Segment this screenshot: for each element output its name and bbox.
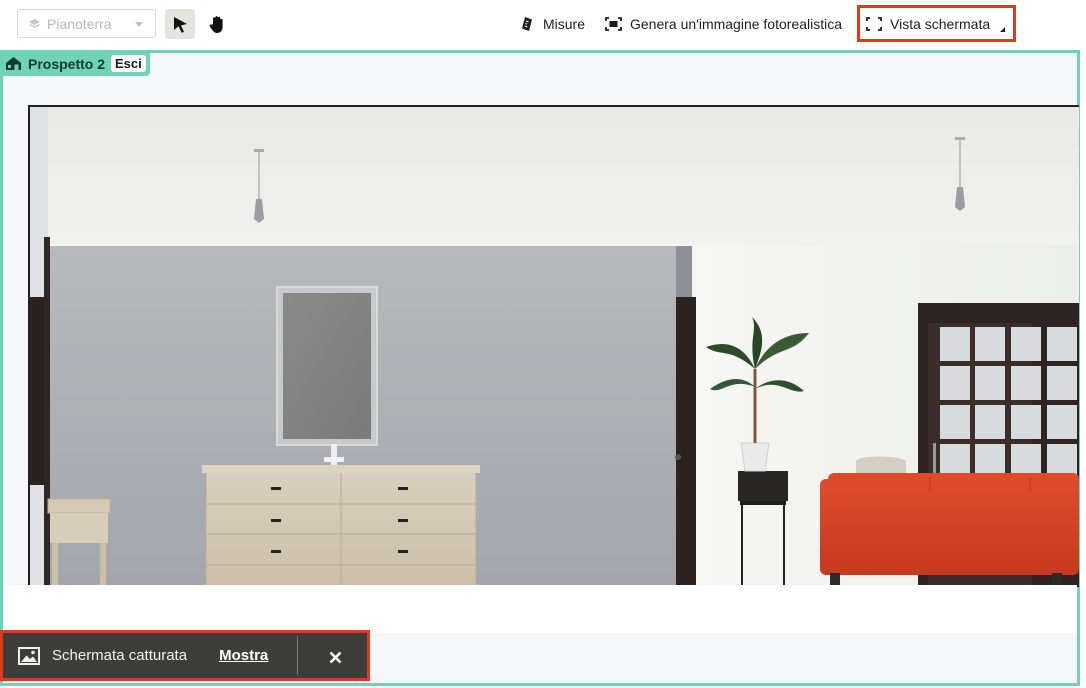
viewport-bottom-area bbox=[3, 585, 1077, 633]
top-toolbar: Pianoterra Misure Genera un'immagine fot… bbox=[0, 0, 1086, 48]
exit-elevation-button[interactable]: Esci bbox=[111, 55, 146, 72]
close-icon bbox=[329, 651, 341, 663]
ruler-icon bbox=[522, 17, 532, 31]
hand-pan-icon bbox=[209, 15, 223, 33]
screen-view-label: Vista schermata bbox=[890, 16, 991, 32]
measure-button[interactable]: Misure bbox=[521, 12, 585, 36]
elevation-tag: Prospetto 2 Esci bbox=[0, 51, 150, 76]
generate-photo-label: Genera un'immagine fotorealistica bbox=[630, 16, 843, 32]
pan-tool-button[interactable] bbox=[202, 9, 232, 39]
chevron-down-icon bbox=[135, 22, 143, 27]
measure-label: Misure bbox=[543, 16, 586, 32]
photo-frame-icon bbox=[605, 17, 622, 31]
toast-message: Schermata catturata bbox=[52, 647, 188, 664]
toast-divider bbox=[297, 636, 298, 675]
show-screenshot-link[interactable]: Mostra bbox=[219, 647, 268, 664]
dropdown-corner-icon bbox=[1000, 27, 1005, 32]
image-icon bbox=[18, 646, 40, 665]
close-toast-button[interactable] bbox=[323, 645, 347, 669]
generate-photo-button[interactable]: Genera un'immagine fotorealistica bbox=[605, 12, 842, 36]
floor-select-value: Pianoterra bbox=[47, 15, 112, 32]
screen-view-button[interactable]: Vista schermata bbox=[866, 12, 990, 36]
elevation-name: Prospetto 2 bbox=[28, 55, 106, 72]
room-elevation-render bbox=[28, 105, 1079, 587]
floor-select[interactable]: Pianoterra bbox=[17, 9, 156, 38]
room-render-graphic bbox=[30, 107, 1079, 585]
select-tool-button[interactable] bbox=[165, 9, 195, 39]
screen-corners-icon bbox=[866, 17, 882, 31]
pointer-arrow-icon bbox=[174, 16, 187, 33]
house-icon bbox=[6, 57, 21, 70]
layers-icon bbox=[29, 18, 40, 28]
screenshot-toast: Schermata catturata Mostra bbox=[0, 630, 370, 681]
